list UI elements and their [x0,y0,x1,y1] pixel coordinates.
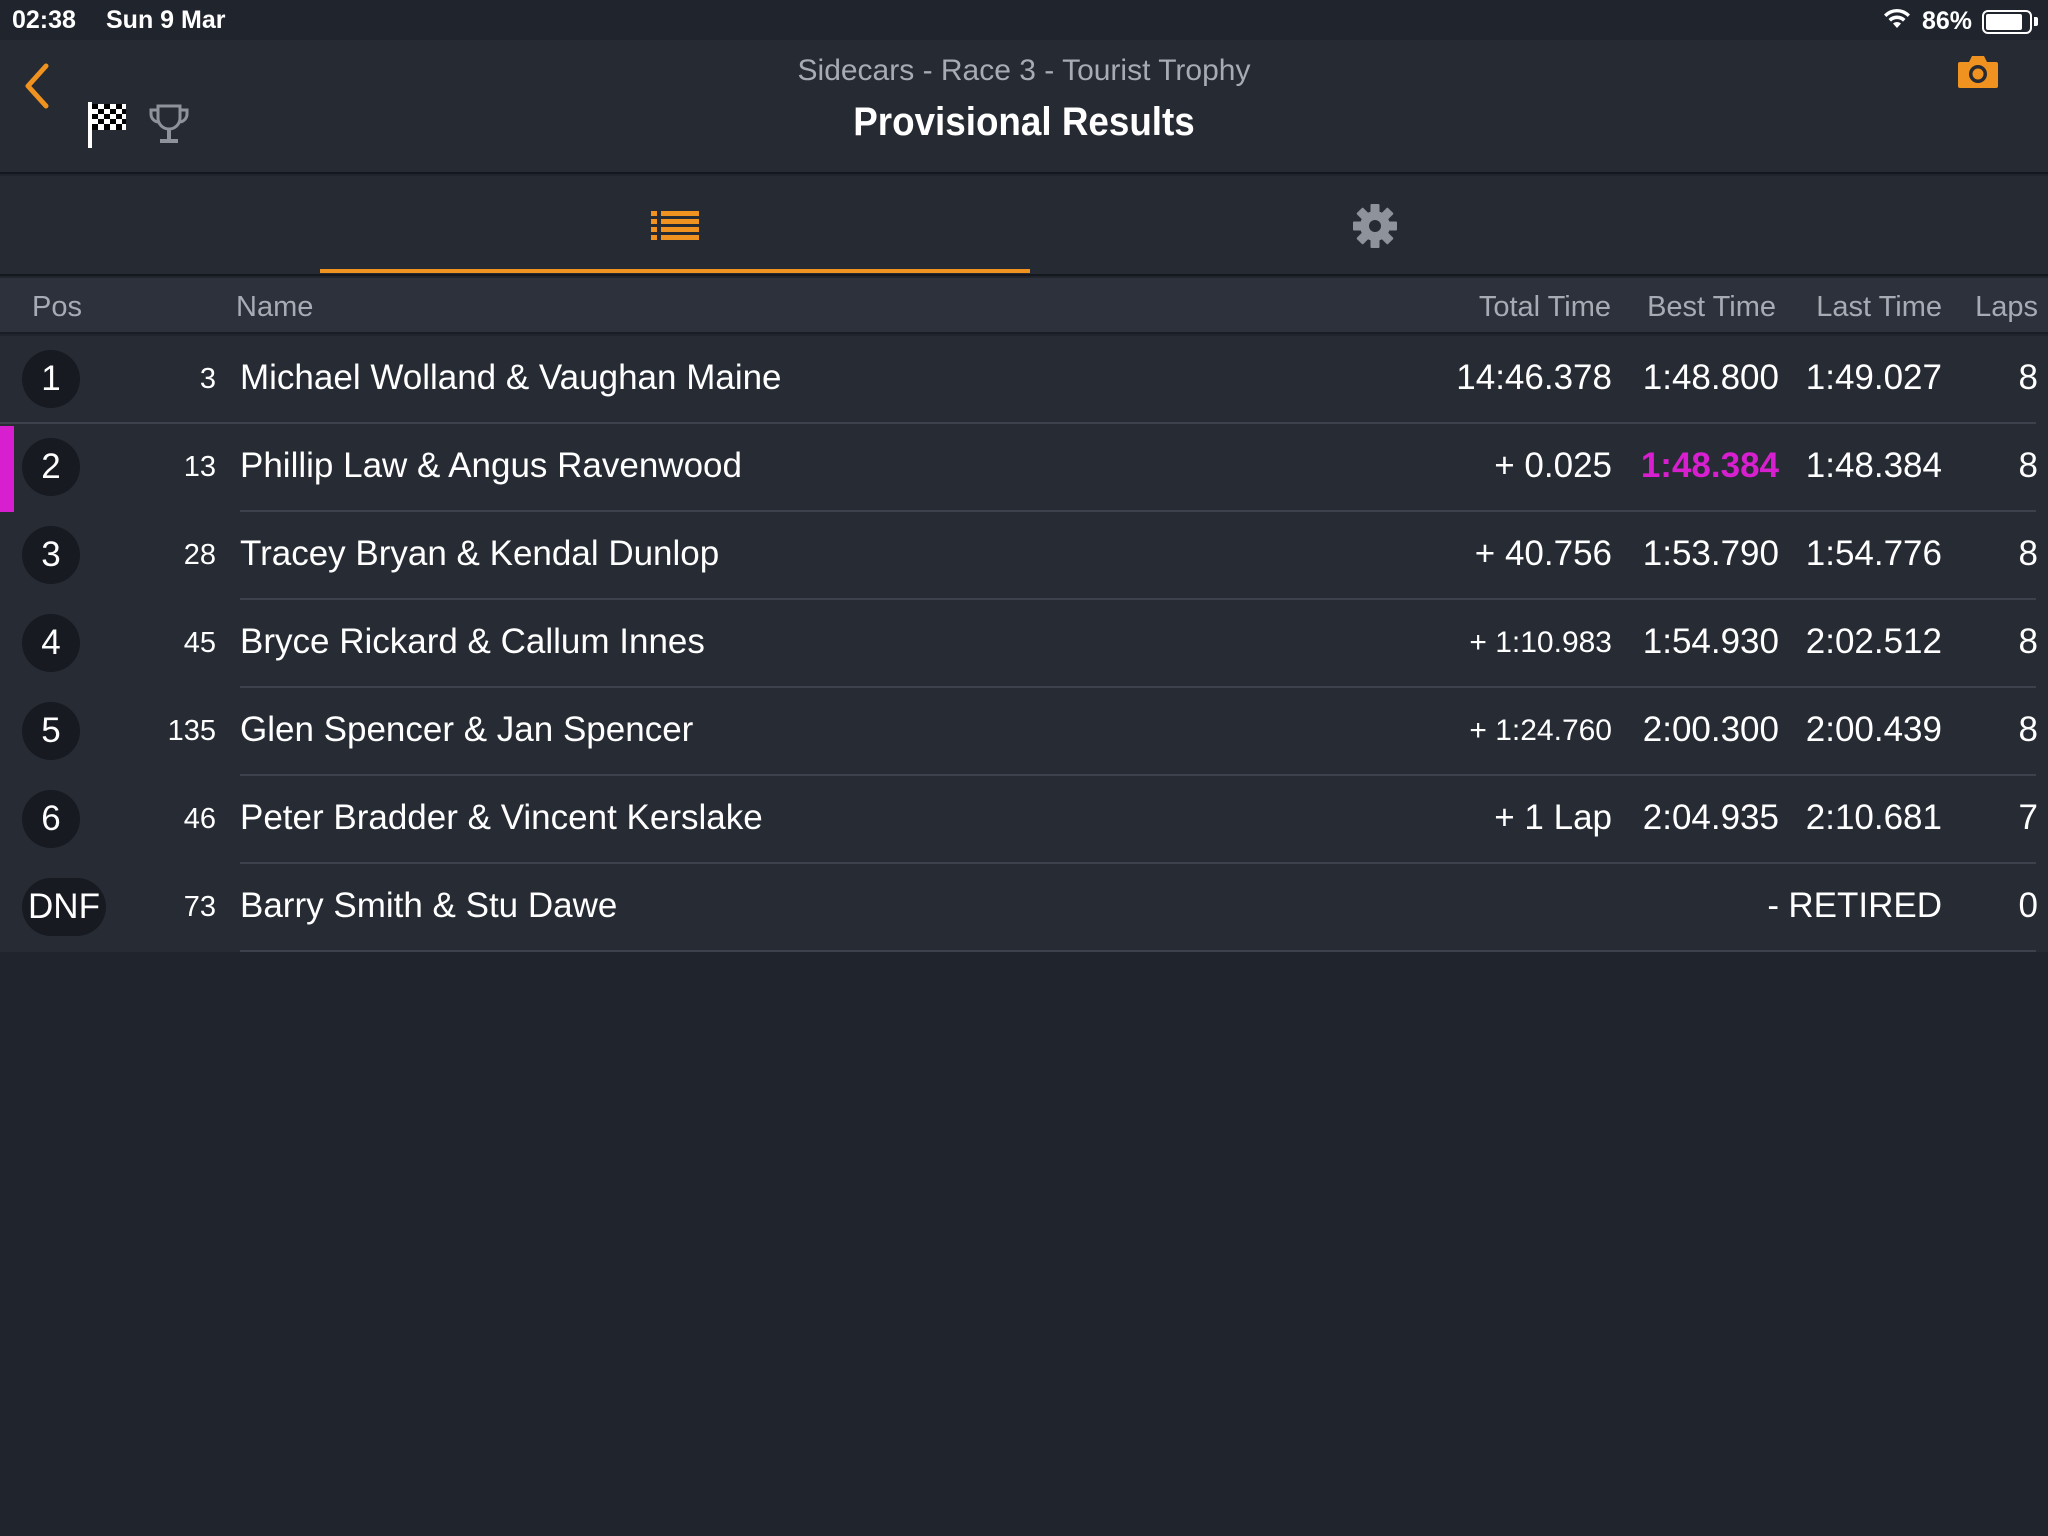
total-time: + 40.756 [1474,534,1612,573]
rider-names: Glen Spencer & Jan Spencer [240,710,694,749]
last-time: RETIRED [1788,886,1942,925]
race-number: 135 [167,715,216,747]
table-row[interactable]: 1 3 Michael Wolland & Vaughan Maine 14:4… [0,336,2048,424]
rider-names: Bryce Rickard & Callum Innes [240,622,705,661]
best-time: 1:48.800 [1642,358,1779,397]
last-time: 2:02.512 [1805,622,1942,661]
last-time: 2:10.681 [1805,798,1942,837]
position-badge: 6 [22,790,80,848]
position-badge: DNF [22,878,106,936]
tab-bar [0,176,2048,276]
best-time: 2:04.935 [1642,798,1779,837]
laps: 8 [2018,622,2038,661]
best-time: 2:00.300 [1642,710,1779,749]
status-right: 86% [1882,6,2038,37]
column-header-row: Pos Name Total Time Best Time Last Time … [0,278,2048,334]
battery-icon [1982,9,2032,34]
active-tab-indicator [320,269,1030,273]
col-laps[interactable]: Laps [1975,291,2038,324]
results-table: 1 3 Michael Wolland & Vaughan Maine 14:4… [0,336,2048,952]
table-row[interactable]: 5 135 Glen Spencer & Jan Spencer + 1:24.… [0,688,2048,776]
table-row[interactable]: DNF 73 Barry Smith & Stu Dawe - RETIRED … [0,864,2048,952]
total-time: + 0.025 [1494,446,1612,485]
laps: 7 [2018,798,2038,837]
best-time: - [1767,886,1779,925]
race-number: 46 [183,803,216,835]
col-total-time[interactable]: Total Time [1479,291,1611,324]
status-bar: 02:38 Sun 9 Mar 86% [0,0,2048,40]
battery-tip [2034,17,2038,26]
table-row[interactable]: 2 13 Phillip Law & Angus Ravenwood + 0.0… [0,424,2048,512]
fastest-lap-marker [0,426,14,512]
rider-names: Michael Wolland & Vaughan Maine [240,358,782,397]
last-time: 1:49.027 [1805,358,1942,397]
race-number: 45 [183,627,216,659]
best-time: 1:48.384 [1640,446,1779,485]
position-badge: 1 [22,350,80,408]
wifi-icon [1882,6,1912,37]
last-time: 2:00.439 [1805,710,1942,749]
rider-names: Peter Bradder & Vincent Kerslake [240,798,763,837]
race-subtitle: Sidecars - Race 3 - Tourist Trophy [797,54,1251,87]
list-icon [651,211,699,240]
rider-names: Barry Smith & Stu Dawe [240,886,618,925]
position-badge: 2 [22,438,80,496]
col-pos[interactable]: Pos [32,291,82,324]
laps: 8 [2018,534,2038,573]
battery-fill [1986,13,2023,30]
race-number: 28 [183,539,216,571]
table-row[interactable]: 6 46 Peter Bradder & Vincent Kerslake + … [0,776,2048,864]
page-title: Provisional Results [853,100,1195,144]
tab-settings[interactable] [1030,176,1720,276]
position-badge: 5 [22,702,80,760]
rider-names: Phillip Law & Angus Ravenwood [240,446,742,485]
header: Sidecars - Race 3 - Tourist Trophy Provi… [0,40,2048,174]
laps: 8 [2018,710,2038,749]
race-number: 73 [183,891,216,923]
total-time: + 1:24.760 [1469,714,1612,747]
camera-button[interactable] [1956,52,2000,97]
empty-area [0,952,2048,1536]
total-time: + 1 Lap [1494,798,1612,837]
laps: 0 [2018,886,2038,925]
total-time: + 1:10.983 [1469,626,1612,659]
total-time: 14:46.378 [1456,358,1612,397]
laps: 8 [2018,446,2038,485]
battery-percent: 86% [1921,7,1972,35]
status-date: Sun 9 Mar [106,6,226,34]
position-badge: 3 [22,526,80,584]
position-badge: 4 [22,614,80,672]
best-time: 1:53.790 [1642,534,1779,573]
rider-names: Tracey Bryan & Kendal Dunlop [240,534,720,573]
best-time: 1:54.930 [1642,622,1779,661]
tab-results-list[interactable] [320,176,1030,276]
race-number: 13 [183,451,216,483]
gear-icon [1353,204,1397,248]
table-row[interactable]: 3 28 Tracey Bryan & Kendal Dunlop + 40.7… [0,512,2048,600]
status-time: 02:38 [12,6,76,34]
col-name[interactable]: Name [236,291,313,324]
laps: 8 [2018,358,2038,397]
camera-icon[interactable] [1956,52,2000,92]
last-time: 1:54.776 [1805,534,1942,573]
race-number: 3 [199,363,216,395]
table-row[interactable]: 4 45 Bryce Rickard & Callum Innes + 1:10… [0,600,2048,688]
col-best-time[interactable]: Best Time [1647,291,1776,324]
col-last-time[interactable]: Last Time [1816,291,1942,324]
last-time: 1:48.384 [1805,446,1942,485]
